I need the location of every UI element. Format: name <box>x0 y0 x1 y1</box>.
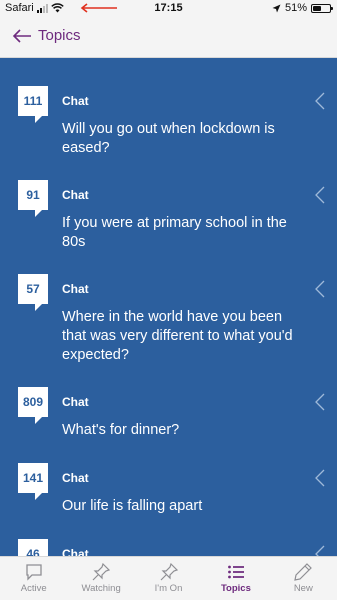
tab-active[interactable]: Active <box>0 557 67 600</box>
topic-category: Chat <box>62 547 89 556</box>
chevron-left-icon[interactable] <box>315 545 325 556</box>
tab-label: I'm On <box>154 583 183 594</box>
chevron-left-icon[interactable] <box>315 186 325 204</box>
battery-percent: 51% <box>284 2 307 14</box>
pin-icon <box>160 563 178 581</box>
speech-bubble-icon <box>26 564 42 581</box>
reply-count-badge: 57 <box>18 274 48 311</box>
list-icon <box>228 565 244 579</box>
topic-category: Chat <box>62 188 89 202</box>
back-button[interactable]: Topics <box>12 27 81 44</box>
battery-icon <box>311 3 333 13</box>
tab-bar: Active Watching I'm On Topics New <box>0 556 337 600</box>
tab-label: Watching <box>81 583 121 594</box>
topic-title[interactable]: Will you go out when lockdown is eased? <box>62 120 302 158</box>
topic-title[interactable]: What's for dinner? <box>62 421 302 440</box>
tab-im-on[interactable]: I'm On <box>135 557 202 600</box>
back-button-label: Topics <box>38 27 81 44</box>
chevron-left-icon[interactable] <box>315 280 325 298</box>
tab-label: Active <box>20 583 47 594</box>
topic-title[interactable]: Where in the world have you been that wa… <box>62 308 302 365</box>
tab-label: New <box>293 583 313 594</box>
topic-category: Chat <box>62 282 89 296</box>
reply-count-badge: 91 <box>18 180 48 217</box>
topic-category: Chat <box>62 94 89 108</box>
status-right: 51% <box>272 2 333 14</box>
pencil-icon <box>294 563 313 581</box>
back-arrow-icon <box>12 28 31 43</box>
topic-category: Chat <box>62 395 89 409</box>
status-bar: Safari 17:15 51% <box>0 0 337 18</box>
topic-category: Chat <box>62 471 89 485</box>
reply-count-badge: 809 <box>18 387 48 424</box>
chevron-left-icon[interactable] <box>315 469 325 487</box>
battery-fill <box>313 5 321 11</box>
reply-count-badge: 46 <box>18 539 48 556</box>
tab-topics[interactable]: Topics <box>202 557 269 600</box>
chevron-left-icon[interactable] <box>315 92 325 110</box>
location-arrow-icon <box>272 4 281 12</box>
tab-label: Topics <box>220 583 251 594</box>
tab-watching[interactable]: Watching <box>67 557 134 600</box>
pin-icon <box>92 563 111 581</box>
chevron-left-icon[interactable] <box>315 393 325 411</box>
topic-title[interactable]: Our life is falling apart <box>62 497 302 516</box>
topic-list[interactable]: 111 Chat Will you go out when lockdown i… <box>0 59 337 556</box>
reply-count-badge: 111 <box>18 86 48 123</box>
nav-bar: Topics <box>0 18 337 58</box>
tab-new[interactable]: New <box>270 557 337 600</box>
reply-count-badge: 141 <box>18 463 48 500</box>
topic-title[interactable]: If you were at primary school in the 80s <box>62 214 302 252</box>
